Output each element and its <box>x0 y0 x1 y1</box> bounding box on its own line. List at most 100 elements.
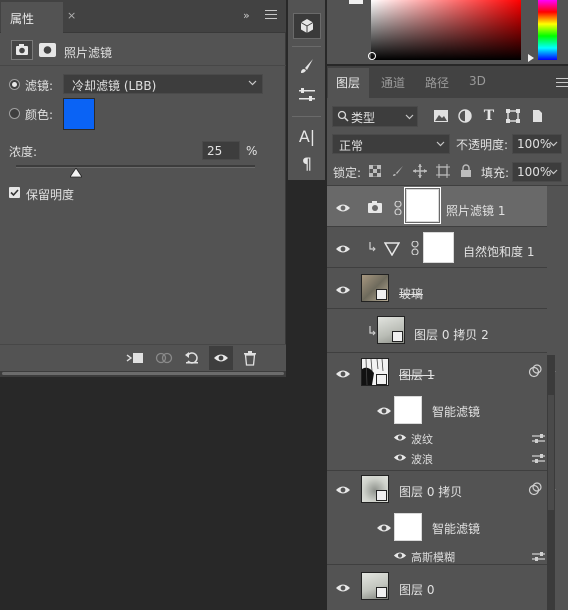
eye-icon[interactable] <box>335 485 351 495</box>
tab-layers[interactable]: 图层 <box>336 74 360 91</box>
lock-position-icon[interactable] <box>413 164 427 178</box>
lock-artboard-icon[interactable] <box>436 164 450 178</box>
opacity-input[interactable]: 100% <box>512 134 562 154</box>
smart-object-badge-icon <box>376 490 387 501</box>
adjustment-camera-icon[interactable] <box>11 40 33 60</box>
smart-filters-label[interactable]: 智能滤镜 <box>432 403 480 420</box>
chevron-down-icon <box>405 112 414 121</box>
mask-icon[interactable] <box>39 43 56 57</box>
layer-mask-thumbnail[interactable] <box>404 187 441 224</box>
fill-input[interactable]: 100% <box>512 162 562 182</box>
filter-name[interactable]: 高斯模糊 <box>411 549 455 565</box>
layer-name[interactable]: 图层 0 拷贝 <box>399 483 462 500</box>
brush-icon[interactable] <box>293 53 321 79</box>
eye-icon[interactable] <box>335 583 351 593</box>
tab-properties[interactable]: 属性 <box>1 2 63 33</box>
filter-shape-icon[interactable] <box>505 108 521 124</box>
tab-paths[interactable]: 路径 <box>425 74 449 91</box>
tab-3d[interactable]: 3D <box>469 74 486 88</box>
lock-image-icon[interactable] <box>391 164 405 178</box>
filter-radio-label: 滤镜: <box>25 79 54 93</box>
smart-filter-options-icon[interactable] <box>528 482 542 496</box>
density-input[interactable]: 25 <box>202 141 240 160</box>
3d-cube-icon[interactable] <box>293 13 321 39</box>
filter-blending-options-icon[interactable] <box>532 434 545 443</box>
lock-all-icon[interactable] <box>459 164 473 178</box>
blend-mode-select[interactable]: 正常 <box>332 134 450 154</box>
close-icon[interactable]: × <box>67 9 76 22</box>
preserve-luminosity-label: 保留明度 <box>26 188 75 202</box>
layer-name[interactable]: 玻璃 <box>399 285 423 302</box>
layer-row[interactable] <box>327 269 547 309</box>
layer-name[interactable]: 照片滤镜 1 <box>446 202 505 219</box>
filter-select-value: 冷却滤镜 (LBB) <box>72 79 157 93</box>
density-slider-track[interactable] <box>16 165 255 168</box>
eye-icon[interactable] <box>335 244 351 254</box>
photo-filter-adjustment-icon <box>367 199 385 215</box>
eye-icon[interactable] <box>393 453 409 463</box>
visibility-eye-icon[interactable] <box>209 346 233 370</box>
eye-icon[interactable] <box>335 203 351 213</box>
eye-icon[interactable] <box>393 551 409 561</box>
smart-filters-label[interactable]: 智能滤镜 <box>432 520 480 537</box>
chevron-down-icon <box>436 139 445 148</box>
preserve-luminosity-checkbox[interactable] <box>9 187 20 198</box>
adjustments-sliders-icon[interactable] <box>293 82 321 108</box>
collapse-panel-icon[interactable]: » <box>243 9 250 22</box>
layer-name[interactable]: 图层 0 拷贝 2 <box>414 326 489 343</box>
filter-smart-object-icon[interactable] <box>529 108 545 124</box>
hue-slider[interactable] <box>538 0 557 60</box>
kind-filter-select[interactable]: 类型 <box>332 106 418 127</box>
layer-name[interactable]: 自然饱和度 1 <box>463 243 534 260</box>
color-field[interactable] <box>371 0 521 60</box>
tab-channels[interactable]: 通道 <box>381 74 405 91</box>
chevron-down-icon <box>248 78 257 87</box>
color-radio[interactable] <box>9 108 20 119</box>
filter-adjustment-icon[interactable] <box>457 108 473 124</box>
properties-title: 照片滤镜 <box>64 46 113 60</box>
color-picker-marker[interactable] <box>368 52 376 60</box>
foreground-swatch[interactable] <box>349 0 363 4</box>
layer-mask-thumbnail[interactable] <box>423 232 454 263</box>
clipping-arrow-icon <box>368 242 376 252</box>
filter-name[interactable]: 波浪 <box>411 451 433 467</box>
filter-select[interactable]: 冷却滤镜 (LBB) <box>63 74 263 94</box>
smart-object-badge-icon <box>392 331 403 342</box>
trash-icon[interactable] <box>238 346 262 370</box>
character-panel-icon[interactable]: A| <box>293 123 321 149</box>
chevron-down-icon <box>549 167 558 176</box>
view-previous-icon[interactable] <box>152 346 176 370</box>
eye-icon[interactable] <box>393 433 409 443</box>
eye-icon[interactable] <box>376 523 392 533</box>
opacity-value: 100% <box>517 137 552 151</box>
properties-scrollbar-thumb[interactable] <box>2 372 284 375</box>
smart-filter-mask-thumbnail[interactable] <box>394 513 422 541</box>
panel-menu-icon[interactable] <box>265 10 277 22</box>
paragraph-icon[interactable]: ¶ <box>293 150 321 176</box>
filter-name[interactable]: 波纹 <box>411 431 433 447</box>
lock-transparent-icon[interactable] <box>368 164 382 178</box>
filter-blending-options-icon[interactable] <box>532 454 545 463</box>
link-chain-icon <box>394 201 402 215</box>
filter-type-icon[interactable]: T <box>481 108 497 124</box>
smart-filter-options-icon[interactable] <box>528 364 542 378</box>
filter-radio[interactable] <box>9 79 20 90</box>
filter-pixel-icon[interactable] <box>433 108 449 124</box>
layers-menu-icon[interactable] <box>556 78 568 90</box>
layers-scrollbar-thumb[interactable] <box>548 395 554 510</box>
filter-blending-options-icon[interactable] <box>532 552 545 561</box>
search-icon <box>337 110 349 122</box>
smart-object-badge-icon <box>376 289 387 300</box>
eye-icon[interactable] <box>335 369 351 379</box>
clip-to-layer-icon[interactable] <box>123 346 147 370</box>
eye-icon[interactable] <box>376 406 392 416</box>
layer-row[interactable] <box>327 566 547 610</box>
smart-filter-mask-thumbnail[interactable] <box>394 396 422 424</box>
reset-icon[interactable] <box>180 346 204 370</box>
eye-icon[interactable] <box>335 285 351 295</box>
density-unit: % <box>246 144 258 158</box>
hue-slider-marker[interactable] <box>528 54 534 62</box>
layer-name[interactable]: 图层 0 <box>399 581 434 598</box>
layer-name[interactable]: 图层 1 <box>399 366 434 383</box>
color-swatch[interactable] <box>63 98 95 130</box>
